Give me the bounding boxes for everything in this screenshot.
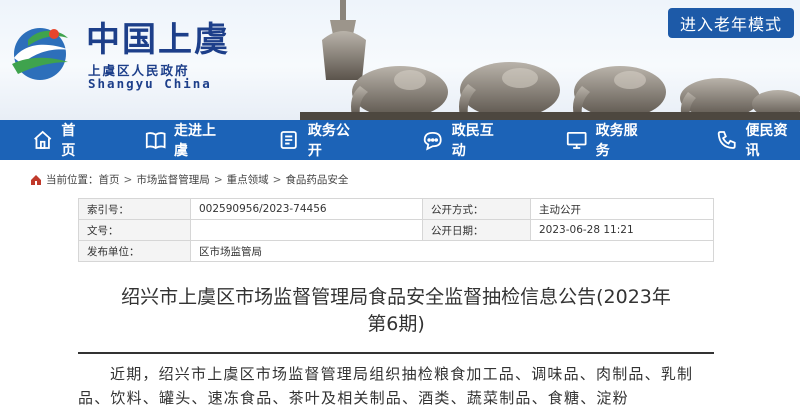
article-title-line2: 第6期) [367,313,425,335]
open-mode-label: 公开方式： [422,198,531,220]
breadcrumb-market-bureau[interactable]: 市场监督管理局 [136,172,210,187]
nav-label: 政民互动 [451,123,494,159]
phone-icon [717,131,736,149]
monitor-icon [567,131,587,149]
nav-item-gov-open[interactable]: 政务公开 [278,120,362,160]
article-body: 近期，绍兴市上虞区市场监督管理局组织抽检粮食加工品、调味品、肉制品、乳制品、饮料… [78,365,694,406]
logo-english: Shangyu China [88,76,212,91]
index-label: 索引号： [78,198,191,220]
nav-label: 首页 [61,123,76,159]
nav-item-services[interactable]: 政务服务 [566,120,650,160]
nav-label: 走进上虞 [173,123,216,159]
table-row: 发布单位： 区市场监管局 [78,240,714,262]
publisher-label: 发布单位： [78,240,191,262]
nav-item-about[interactable]: 走进上虞 [145,120,229,160]
nav-label: 便民资讯 [745,123,788,159]
article-meta-table: 索引号： 002590956/2023-74456 公开方式： 主动公开 文号：… [78,198,714,262]
breadcrumb-prefix: 当前位置： [46,174,99,186]
breadcrumb-separator: > [123,173,133,186]
index-value: 002590956/2023-74456 [190,198,423,220]
chat-icon [424,131,442,151]
nav-item-home[interactable]: 首页 [32,120,89,160]
breadcrumb-food-safety[interactable]: 食品药品安全 [285,172,348,187]
open-date-value: 2023-06-28 11:21 [530,219,714,241]
doc-no-value [190,219,423,241]
main-nav: 首页 走进上虞 政务公开 政民互动 政务服务 便民资讯 [0,120,800,160]
logo-title: 中国上虞 [86,20,230,60]
breadcrumb-home[interactable]: 首页 [99,172,120,187]
open-mode-value: 主动公开 [530,198,714,220]
breadcrumb: 当前位置： 首页 > 市场监督管理局 > 重点领域 > 食品药品安全 [30,172,348,187]
home-icon [34,130,52,149]
publisher-value: 区市场监管局 [190,240,714,262]
nav-item-info[interactable]: 便民资讯 [716,120,800,160]
nav-label: 政务服务 [595,123,638,159]
book-icon [145,132,166,150]
article-title: 绍兴市上虞区市场监督管理局食品安全监督抽检信息公告(2023年 第6期) [78,284,714,338]
nav-label: 政务公开 [307,123,350,159]
table-row: 文号： 公开日期： 2023-06-28 11:21 [78,219,714,241]
article-title-line1: 绍兴市上虞区市场监督管理局食品安全监督抽检信息公告(2023年 [121,286,671,308]
document-icon [281,131,298,149]
nav-item-interaction[interactable]: 政民互动 [422,120,506,160]
breadcrumb-separator: > [272,173,282,186]
open-date-label: 公开日期： [422,219,531,241]
logo-emblem-icon [12,28,70,80]
header-banner: 中国上虞 上虞区人民政府 Shangyu China 进入老年模式 [0,0,800,120]
title-divider [78,352,714,354]
location-home-icon [31,174,41,185]
breadcrumb-key-areas[interactable]: 重点领域 [227,172,269,187]
site-logo[interactable]: 中国上虞 上虞区人民政府 Shangyu China [8,16,258,96]
doc-no-label: 文号： [78,219,191,241]
table-row: 索引号： 002590956/2023-74456 公开方式： 主动公开 [78,198,714,220]
elder-mode-button[interactable]: 进入老年模式 [668,8,794,38]
breadcrumb-separator: > [213,173,223,186]
